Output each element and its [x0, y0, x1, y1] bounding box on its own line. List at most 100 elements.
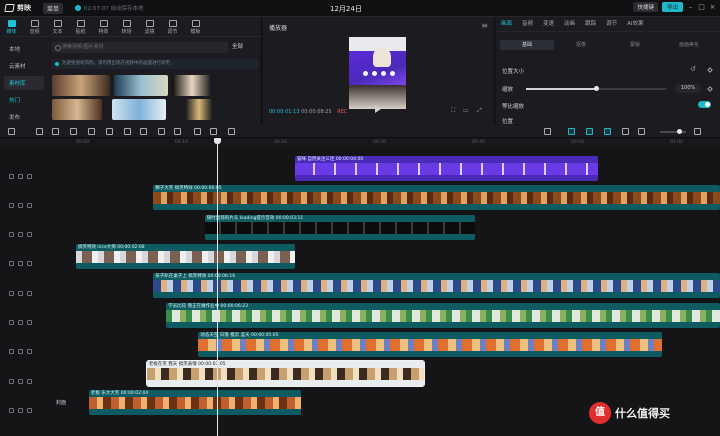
media-tool-4[interactable]: 特效 [92, 17, 115, 37]
media-thumbnail[interactable] [186, 99, 212, 120]
eye-icon[interactable] [18, 261, 23, 267]
preview-canvas[interactable] [349, 37, 406, 109]
media-search-input[interactable]: 搜索视频/图片素材 [52, 42, 228, 53]
audio-icon[interactable] [27, 407, 32, 413]
track-header[interactable] [0, 199, 60, 211]
cover-label[interactable]: 封面 [56, 399, 66, 406]
sidebar-item-publish[interactable]: 发布 [4, 110, 44, 124]
inspector-tab-1[interactable]: 音频 [517, 17, 538, 31]
eye-icon[interactable] [18, 407, 23, 413]
fullscreen-icon[interactable]: ⤢ [477, 107, 482, 115]
main-track-magnet-icon[interactable] [568, 128, 575, 135]
zoom-knob[interactable] [677, 129, 682, 134]
media-tool-2[interactable]: 文本 [46, 17, 69, 37]
media-tool-7[interactable]: 调节 [161, 17, 184, 37]
lock-icon[interactable] [9, 407, 14, 413]
audio-icon[interactable] [27, 202, 32, 208]
timeline-clip[interactable]: 搞笑特效 nice大拇 00:00:02:08 [76, 243, 295, 269]
media-thumbnail[interactable] [114, 75, 168, 96]
mic-icon[interactable] [544, 128, 551, 135]
mirror-icon[interactable] [174, 128, 181, 135]
timeline-clip[interactable]: 猫咪 自然关注三连 00:00:04:00 [294, 156, 598, 181]
media-filter-all[interactable]: 全部 [232, 42, 243, 53]
audio-icon[interactable] [27, 349, 32, 355]
uniform-scale-toggle[interactable] [698, 101, 711, 108]
play-icon[interactable] [375, 105, 381, 113]
keyframe-icon[interactable] [707, 67, 713, 73]
eye-icon[interactable] [18, 378, 23, 384]
inspector-subtab-3[interactable]: 画面美化 [662, 40, 716, 50]
split-left-icon[interactable] [88, 128, 95, 135]
audio-icon[interactable] [27, 290, 32, 296]
media-tool-6[interactable]: 滤镜 [138, 17, 161, 37]
track-header[interactable] [0, 404, 60, 416]
eye-icon[interactable] [18, 232, 23, 238]
scale-value-input[interactable]: 100% [676, 84, 700, 93]
track-header[interactable] [0, 170, 60, 182]
track-header[interactable] [0, 258, 60, 270]
close-icon[interactable]: × [709, 3, 716, 11]
linkage-icon[interactable] [604, 128, 611, 135]
audio-icon[interactable] [27, 261, 32, 267]
timeline-clip[interactable]: 老板 乐大大笑 00:00:02:04 [88, 390, 302, 416]
media-tool-3[interactable]: 贴纸 [69, 17, 92, 37]
media-thumbnail[interactable] [52, 75, 110, 96]
scale-slider[interactable] [526, 86, 666, 91]
lock-icon[interactable] [9, 320, 14, 325]
media-tool-0[interactable]: 媒体 [0, 17, 23, 37]
sidebar-item-hot[interactable]: 热门 [4, 93, 44, 107]
reset-icon[interactable]: ↺ [690, 65, 696, 73]
lock-icon[interactable] [9, 290, 14, 296]
eye-icon[interactable] [18, 349, 23, 355]
media-tool-5[interactable]: 转场 [115, 17, 138, 37]
fit-screen-icon[interactable]: ⛶ [451, 107, 455, 115]
timeline-zoom-slider[interactable] [660, 129, 686, 134]
audio-icon[interactable] [27, 378, 32, 384]
auto-snap-icon[interactable] [586, 128, 593, 135]
reverse-icon[interactable] [158, 128, 165, 135]
inspector-tab-0[interactable]: 画面 [496, 17, 517, 31]
scale-keyframe-icon[interactable] [707, 86, 713, 92]
inspector-tab-6[interactable]: AI效果 [622, 17, 648, 31]
audio-icon[interactable] [27, 320, 32, 325]
crop-icon[interactable] [210, 128, 217, 135]
audio-icon[interactable] [27, 173, 32, 179]
redo-icon[interactable] [52, 128, 59, 135]
lock-icon[interactable] [9, 261, 14, 267]
ratio-icon[interactable]: ▭ [463, 107, 469, 114]
eye-icon[interactable] [18, 290, 23, 296]
timeline-clip[interactable]: 孩子趴在桌子上 搞笑特效 00:00:06:16 [153, 273, 720, 299]
audio-icon[interactable] [27, 232, 32, 238]
eye-icon[interactable] [18, 320, 23, 325]
inspector-subtab-2[interactable]: 蒙版 [608, 40, 662, 50]
track-header[interactable] [0, 229, 60, 241]
split-right-icon[interactable] [106, 128, 113, 135]
select-tool-icon[interactable] [8, 128, 15, 135]
playhead[interactable] [214, 138, 221, 436]
minimize-icon[interactable]: – [687, 3, 694, 11]
inspector-tab-2[interactable]: 变速 [538, 17, 559, 31]
scale-slider-knob[interactable] [594, 86, 599, 91]
timeline-clip[interactable]: 动态天空 日落 橙云 蓝天 00:00:05:05 [198, 331, 663, 357]
sidebar-item-library[interactable]: 素材库 [4, 76, 44, 90]
timeline-clip[interactable]: 老板在笑 我天 搞笑表情 00:00:03:05 [145, 360, 425, 388]
menu-button[interactable]: 菜单 [43, 2, 64, 14]
delete-icon[interactable] [124, 128, 131, 135]
lock-icon[interactable] [9, 232, 14, 238]
media-thumbnail[interactable] [52, 99, 102, 120]
sidebar-item-cloud[interactable]: 云素材 [4, 59, 44, 73]
inspector-tab-5[interactable]: 调节 [601, 17, 622, 31]
preview-axis-icon[interactable] [622, 128, 629, 135]
track-header[interactable] [0, 287, 60, 299]
split-icon[interactable] [70, 128, 77, 135]
inspector-subtab-1[interactable]: 抠像 [554, 40, 608, 50]
player-menu-icon[interactable]: ≡ [481, 21, 488, 30]
track-header[interactable] [0, 346, 60, 358]
freeze-icon[interactable] [140, 128, 147, 135]
inspector-subtab-0[interactable]: 基础 [500, 40, 554, 50]
lock-icon[interactable] [9, 173, 14, 179]
media-tool-1[interactable]: 音频 [23, 17, 46, 37]
lock-icon[interactable] [9, 378, 14, 384]
undo-icon[interactable] [36, 128, 43, 135]
export-button[interactable]: 导出 [661, 2, 683, 12]
